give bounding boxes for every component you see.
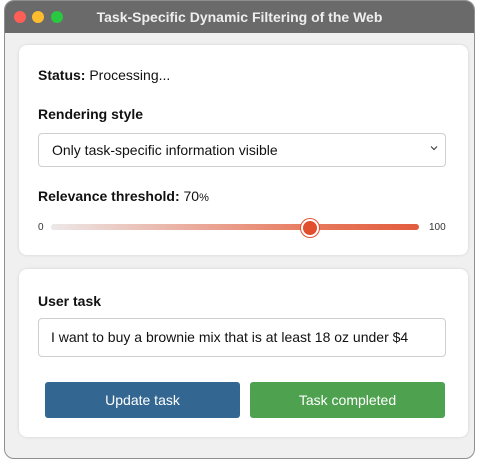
update-task-button[interactable]: Update task xyxy=(45,382,240,418)
relevance-slider[interactable] xyxy=(51,219,419,237)
relevance-threshold-text: Relevance threshold: 70% xyxy=(38,188,209,204)
rendering-style-value: Only task-specific information visible xyxy=(52,142,278,158)
task-panel: User task I want to buy a brownie mix th… xyxy=(19,269,468,437)
relevance-threshold-unit: % xyxy=(199,192,209,204)
chevron-down-icon xyxy=(429,133,439,165)
rendering-style-label: Rendering style xyxy=(38,106,144,122)
relevance-threshold-number: 70 xyxy=(183,188,200,204)
title-bar: Task-Specific Dynamic Filtering of the W… xyxy=(5,1,474,33)
slider-track-fill xyxy=(51,224,419,230)
slider-thumb[interactable] xyxy=(300,219,319,237)
user-task-label: User task xyxy=(38,293,102,309)
window-title: Task-Specific Dynamic Filtering of the W… xyxy=(96,9,383,25)
status-label: Status: xyxy=(38,67,86,83)
relevance-threshold-label: Relevance threshold: xyxy=(38,188,180,204)
app-window: Task-Specific Dynamic Filtering of the W… xyxy=(4,0,475,459)
rendering-style-select[interactable]: Only task-specific information visible xyxy=(38,133,446,167)
slider-min-label: 0 xyxy=(38,222,44,233)
status-value: Processing... xyxy=(89,67,171,83)
slider-max-label: 100 xyxy=(429,222,446,233)
task-completed-button[interactable]: Task completed xyxy=(250,382,445,418)
settings-panel: Status: Processing... Rendering style On… xyxy=(19,45,468,255)
user-task-input[interactable]: I want to buy a brownie mix that is at l… xyxy=(38,318,446,357)
status-text: Status: Processing... xyxy=(38,67,170,83)
